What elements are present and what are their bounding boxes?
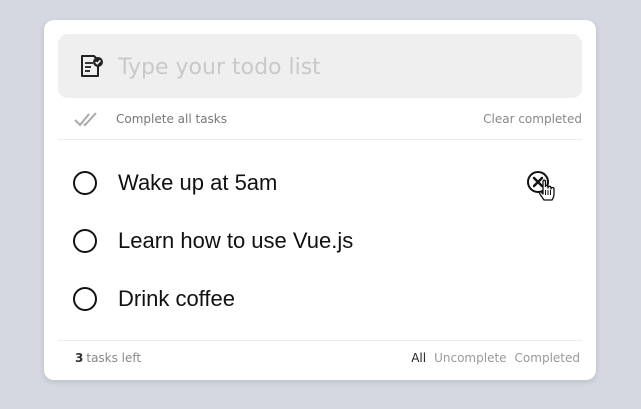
todo-item: Drink coffee	[58, 270, 582, 328]
divider	[58, 139, 582, 140]
double-check-icon	[74, 112, 97, 127]
filter-uncomplete[interactable]: Uncomplete	[434, 351, 506, 365]
todo-item: Wake up at 5am	[58, 154, 582, 212]
filter-group: All Uncomplete Completed	[411, 351, 580, 365]
todo-item: Learn how to use Vue.js	[58, 212, 582, 270]
clear-completed-button[interactable]: Clear completed	[483, 112, 582, 126]
note-check-icon	[81, 55, 103, 77]
filter-all[interactable]: All	[411, 351, 426, 365]
todo-checkbox[interactable]	[73, 171, 97, 195]
complete-all-label: Complete all tasks	[116, 112, 227, 126]
todo-input[interactable]	[118, 47, 558, 87]
todo-checkbox[interactable]	[73, 229, 97, 253]
todo-checkbox[interactable]	[73, 287, 97, 311]
todo-text: Learn how to use Vue.js	[118, 228, 354, 253]
close-circle-icon[interactable]	[524, 169, 560, 205]
divider	[58, 340, 582, 341]
tasks-left-label: tasks left	[86, 351, 142, 365]
todo-text: Wake up at 5am	[118, 170, 278, 195]
todo-footer: 3 tasks left All Uncomplete Completed	[58, 350, 582, 370]
todo-list: Wake up at 5am Learn how to use Vue.js D…	[58, 154, 582, 328]
todo-text: Drink coffee	[118, 286, 235, 311]
complete-all-button[interactable]: Complete all tasks	[74, 109, 227, 129]
todo-card: Complete all tasks Clear completed Wake …	[44, 20, 596, 380]
filter-completed[interactable]: Completed	[515, 351, 580, 365]
tasks-left-count: 3	[75, 351, 84, 365]
todo-toolbar: Complete all tasks Clear completed	[58, 106, 582, 138]
todo-input-bar	[58, 34, 582, 98]
tasks-left-counter: 3 tasks left	[75, 351, 141, 365]
